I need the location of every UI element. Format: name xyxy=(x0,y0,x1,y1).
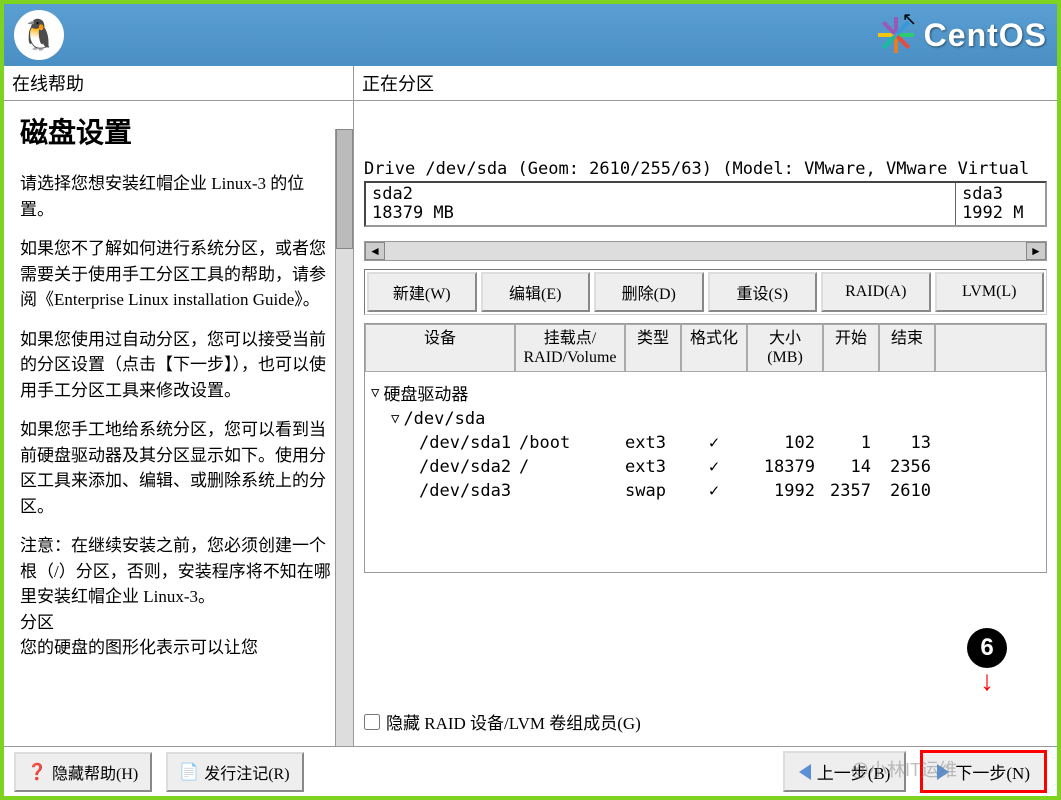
raid-button[interactable]: RAID(A) xyxy=(821,272,931,312)
check-icon: ✓ xyxy=(681,433,747,453)
arrow-down-icon: ↓ xyxy=(980,668,994,696)
hide-raid-checkbox[interactable] xyxy=(364,714,380,730)
col-mount[interactable]: 挂载点/ RAID/Volume xyxy=(515,324,625,372)
step-annotation: 6 ↓ xyxy=(967,628,1007,696)
help-heading: 磁盘设置 xyxy=(20,113,337,155)
help-panel-title: 在线帮助 xyxy=(4,66,353,101)
drive-info-text: Drive /dev/sda (Geom: 2610/255/63) (Mode… xyxy=(364,159,1047,179)
scroll-right-icon[interactable]: ► xyxy=(1026,242,1046,260)
help-paragraph: 如果您使用过自动分区，您可以接受当前的分区设置（点击【下一步】），也可以使用手工… xyxy=(20,327,337,404)
help-scrollbar[interactable] xyxy=(335,129,353,746)
col-size[interactable]: 大小 (MB) xyxy=(747,324,823,372)
tree-drive-row[interactable]: ▽ /dev/sda xyxy=(371,407,1040,431)
drive-visual[interactable]: sda2 18379 MB sda3 1992 M xyxy=(364,181,1047,227)
table-body: ▽ 硬盘驱动器 ▽ /dev/sda /dev/sda1 /boot ext3 … xyxy=(365,372,1046,572)
table-header: 设备 挂载点/ RAID/Volume 类型 格式化 大小 (MB) 开始 结束 xyxy=(365,324,1046,372)
help-paragraph: 请选择您想安装红帽企业 Linux-3 的位置。 xyxy=(20,171,337,222)
lvm-button[interactable]: LVM(L) xyxy=(935,272,1045,312)
partition-toolbar: 新建(W) 编辑(E) 删除(D) 重设(S) RAID(A) LVM(L) xyxy=(364,269,1047,315)
help-paragraph: 注意：在继续安装之前，您必须创建一个根（/）分区，否则，安装程序将不知在哪里安装… xyxy=(20,533,337,661)
release-notes-button[interactable]: 📄 发行注记(R) xyxy=(166,752,303,792)
drive-segment[interactable]: sda2 18379 MB xyxy=(366,183,956,225)
drive-segment[interactable]: sda3 1992 M xyxy=(956,183,1045,225)
new-button[interactable]: 新建(W) xyxy=(367,272,477,312)
col-end[interactable]: 结束 xyxy=(879,324,935,372)
scroll-left-icon[interactable]: ◄ xyxy=(365,242,385,260)
header-bar: 🐧 ↖ CentOS xyxy=(4,4,1057,66)
reset-button[interactable]: 重设(S) xyxy=(708,272,818,312)
col-format[interactable]: 格式化 xyxy=(681,324,747,372)
expand-icon[interactable]: ▽ xyxy=(371,385,379,401)
back-button[interactable]: 上一步(B) xyxy=(783,751,907,792)
main-content: 在线帮助 磁盘设置 请选择您想安装红帽企业 Linux-3 的位置。 如果您不了… xyxy=(4,66,1057,746)
brand-text: CentOS xyxy=(924,17,1047,54)
help-paragraph: 如果您不了解如何进行系统分区，或者您需要关于使用手工分区工具的帮助，请参阅《En… xyxy=(20,236,337,313)
edit-button[interactable]: 编辑(E) xyxy=(481,272,591,312)
col-device[interactable]: 设备 xyxy=(365,324,515,372)
table-row[interactable]: /dev/sda1 /boot ext3 ✓ 102 1 13 xyxy=(371,431,1040,455)
help-icon: ❓ xyxy=(28,763,46,781)
check-icon: ✓ xyxy=(681,481,747,501)
delete-button[interactable]: 删除(D) xyxy=(594,272,704,312)
check-icon: ✓ xyxy=(681,457,747,477)
cursor-icon: ↖ xyxy=(902,9,917,30)
help-panel: 在线帮助 磁盘设置 请选择您想安装红帽企业 Linux-3 的位置。 如果您不了… xyxy=(4,66,354,746)
col-extra xyxy=(935,324,1046,372)
hide-help-button[interactable]: ❓ 隐藏帮助(H) xyxy=(14,752,152,792)
col-type[interactable]: 类型 xyxy=(625,324,681,372)
partition-panel-title: 正在分区 xyxy=(354,66,1057,101)
horizontal-scrollbar[interactable]: ◄ ► xyxy=(364,241,1047,261)
tree-root-row[interactable]: ▽ 硬盘驱动器 xyxy=(371,378,1040,407)
table-row[interactable]: /dev/sda3 swap ✓ 1992 2357 2610 xyxy=(371,479,1040,503)
footer-bar: ❓ 隐藏帮助(H) 📄 发行注记(R) 上一步(B) 下一步(N) xyxy=(4,746,1057,796)
hide-raid-label: 隐藏 RAID 设备/LVM 卷组成员(G) xyxy=(386,709,641,734)
triangle-right-icon xyxy=(937,764,949,780)
scrollbar-thumb[interactable] xyxy=(336,129,353,249)
help-content[interactable]: 磁盘设置 请选择您想安装红帽企业 Linux-3 的位置。 如果您不了解如何进行… xyxy=(4,101,353,687)
hide-raid-checkbox-row: 隐藏 RAID 设备/LVM 卷组成员(G) xyxy=(364,705,1047,738)
next-button[interactable]: 下一步(N) xyxy=(920,750,1047,793)
col-start[interactable]: 开始 xyxy=(823,324,879,372)
table-row[interactable]: /dev/sda2 / ext3 ✓ 18379 14 2356 xyxy=(371,455,1040,479)
notes-icon: 📄 xyxy=(180,763,198,781)
expand-icon[interactable]: ▽ xyxy=(391,411,399,427)
partition-panel: 正在分区 Drive /dev/sda (Geom: 2610/255/63) … xyxy=(354,66,1057,746)
tux-icon: 🐧 xyxy=(14,10,64,60)
step-number: 6 xyxy=(967,628,1007,668)
triangle-left-icon xyxy=(799,764,811,780)
help-paragraph: 如果您手工地给系统分区，您可以看到当前硬盘驱动器及其分区显示如下。使用分区工具来… xyxy=(20,417,337,519)
partition-table: 设备 挂载点/ RAID/Volume 类型 格式化 大小 (MB) 开始 结束… xyxy=(364,323,1047,573)
